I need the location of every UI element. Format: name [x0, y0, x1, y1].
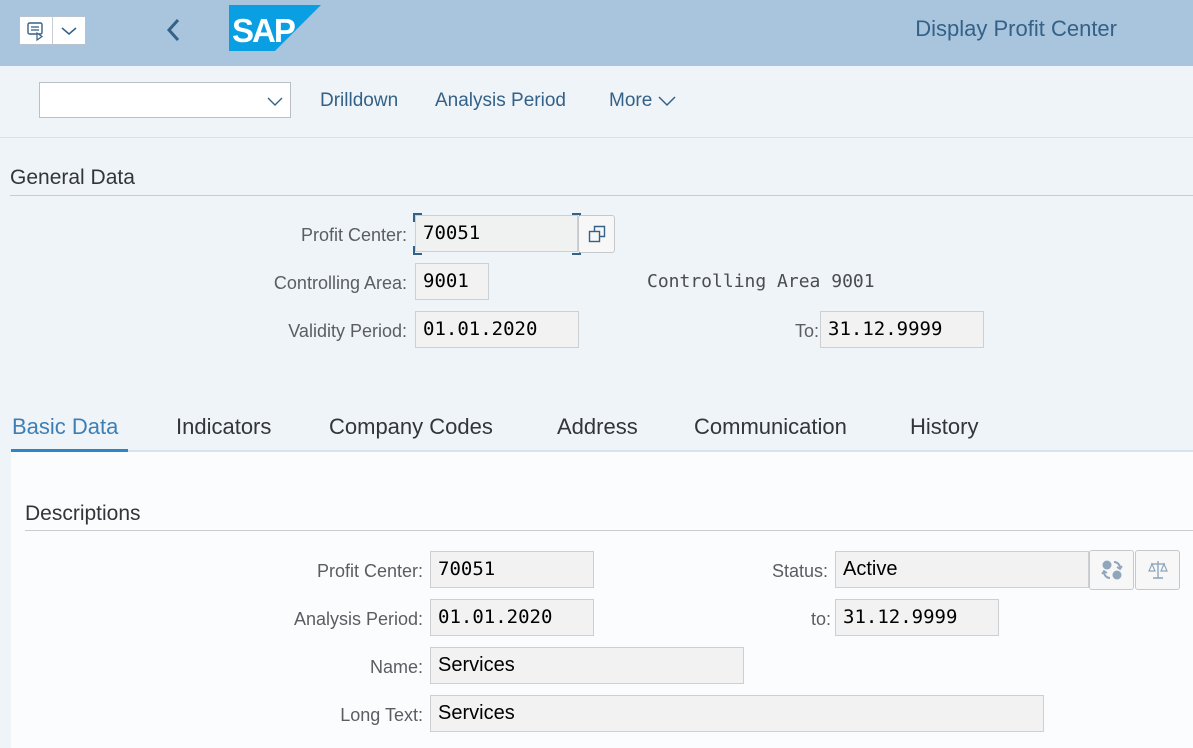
status-toggle-button[interactable]	[1089, 550, 1134, 590]
focus-corner	[413, 213, 422, 222]
svg-text:SAP: SAP	[232, 12, 295, 49]
name-field[interactable]: Services	[430, 647, 744, 684]
balance-scale-icon	[1147, 561, 1168, 579]
command-field-icon	[27, 21, 43, 41]
validity-to-field[interactable]: 31.12.9999	[820, 311, 984, 348]
more-menu-button[interactable]: More	[609, 90, 676, 112]
sap-logo: SAP	[229, 5, 321, 51]
tab-strip: Basic Data Indicators Company Codes Addr…	[0, 400, 1193, 452]
tab-address[interactable]: Address	[557, 414, 638, 440]
command-field-button[interactable]	[20, 17, 53, 44]
value-help-button[interactable]	[578, 215, 615, 253]
status-field[interactable]: Active	[835, 551, 1089, 588]
analysis-period-label: Analysis Period:	[293, 609, 423, 629]
descriptions-title: Descriptions	[25, 502, 141, 525]
controlling-area-description: Controlling Area 9001	[647, 271, 875, 292]
chevron-down-icon	[267, 97, 283, 106]
name-label: Name:	[369, 657, 423, 677]
toolbar: Drilldown Analysis Period More	[0, 66, 1193, 138]
desc-profit-center-label: Profit Center:	[316, 561, 423, 581]
menu-button-group	[19, 16, 86, 45]
okcode-combobox[interactable]	[39, 82, 291, 118]
profit-center-label: Profit Center:	[300, 225, 407, 245]
chevron-down-icon	[61, 26, 77, 35]
command-dropdown-button[interactable]	[53, 17, 86, 44]
profit-center-field[interactable]: 70051	[415, 215, 578, 252]
tab-basic-data[interactable]: Basic Data	[12, 414, 118, 440]
general-data-title: General Data	[10, 166, 135, 189]
desc-profit-center-field[interactable]: 70051	[430, 551, 594, 588]
controlling-area-label: Controlling Area:	[273, 273, 407, 293]
back-button[interactable]	[160, 14, 188, 46]
long-text-label: Long Text:	[340, 705, 423, 725]
refresh-status-icon	[1100, 560, 1123, 580]
compare-button[interactable]	[1135, 550, 1180, 590]
drilldown-button[interactable]: Drilldown	[320, 90, 398, 112]
controlling-area-field[interactable]: 9001	[415, 263, 489, 300]
tab-company-codes[interactable]: Company Codes	[329, 414, 493, 440]
general-data-divider	[10, 195, 1193, 196]
chevron-down-icon	[658, 96, 676, 107]
validity-to-label: To:	[794, 321, 819, 341]
validity-from-field[interactable]: 01.01.2020	[415, 311, 579, 348]
focus-corner	[413, 246, 422, 255]
long-text-field[interactable]: Services	[430, 695, 1044, 732]
validity-period-label: Validity Period:	[288, 321, 407, 341]
tab-history[interactable]: History	[910, 414, 978, 440]
descriptions-divider	[25, 530, 1193, 531]
app-title: Display Profit Center	[915, 16, 1117, 41]
status-label: Status:	[771, 561, 828, 581]
more-label: More	[609, 90, 653, 111]
shell-header: SAP Display Profit Center	[0, 0, 1193, 66]
analysis-to-field[interactable]: 31.12.9999	[835, 599, 999, 636]
analysis-to-label: to:	[810, 609, 831, 629]
tab-indicators[interactable]: Indicators	[176, 414, 271, 440]
tab-communication[interactable]: Communication	[694, 414, 847, 440]
value-help-icon	[588, 225, 605, 243]
chevron-left-icon	[166, 18, 180, 42]
analysis-period-button[interactable]: Analysis Period	[435, 90, 566, 112]
analysis-from-field[interactable]: 01.01.2020	[430, 599, 594, 636]
